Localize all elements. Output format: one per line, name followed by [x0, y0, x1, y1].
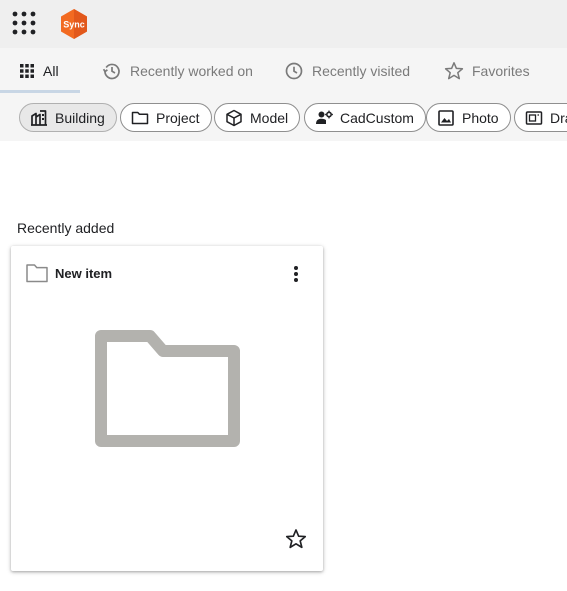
tab-bar: All Recently worked on Recently visited … — [0, 48, 567, 93]
filter-chip-cadcustom[interactable]: CadCustom — [304, 103, 426, 132]
tab-label: Recently visited — [312, 62, 411, 79]
tab-label: Recently worked on — [130, 62, 253, 79]
logo-text: Sync — [63, 20, 85, 30]
person-gear-icon — [316, 110, 333, 124]
tab-all[interactable]: All — [19, 48, 59, 93]
filter-chip-model[interactable]: Model — [214, 103, 301, 132]
more-vert-icon[interactable] — [286, 264, 306, 284]
filter-chip-label: Project — [156, 109, 200, 126]
filter-chip-label: Model — [250, 109, 289, 126]
section-title: Recently added — [17, 220, 115, 236]
history-icon — [102, 63, 120, 79]
folder-icon — [131, 111, 149, 124]
filter-chip-label: Building — [55, 109, 105, 126]
tab-recently-worked-on[interactable]: Recently worked on — [102, 48, 253, 93]
item-title: New item — [55, 266, 113, 281]
drawing-icon — [525, 110, 543, 125]
cube-icon — [226, 109, 242, 126]
filter-chip-bar: Building Project Model CadCustom Photo D… — [0, 93, 567, 141]
building-icon — [31, 109, 47, 126]
sync-logo[interactable]: Sync — [57, 7, 91, 41]
filter-chip-project[interactable]: Project — [120, 103, 212, 132]
clock-icon — [285, 62, 303, 79]
folder-icon — [26, 264, 48, 283]
filter-chip-label: Dra — [550, 109, 567, 126]
tab-label: Favorites — [472, 62, 530, 79]
grid-icon — [20, 63, 34, 78]
tab-recently-visited[interactable]: Recently visited — [284, 48, 410, 93]
filter-chip-photo[interactable]: Photo — [426, 103, 511, 132]
filter-chip-label: CadCustom — [340, 109, 414, 126]
tab-favorites[interactable]: Favorites — [444, 48, 530, 93]
image-icon — [438, 109, 454, 126]
apps-grid-icon[interactable] — [10, 9, 40, 39]
favorite-star-icon[interactable] — [285, 528, 307, 550]
item-card[interactable]: New item — [11, 246, 323, 571]
folder-thumbnail-icon — [95, 330, 240, 447]
filter-chip-building[interactable]: Building — [19, 103, 117, 132]
filter-chip-drawing[interactable]: Dra — [514, 103, 567, 132]
top-bar: Sync — [0, 0, 567, 48]
tab-label: All — [43, 62, 59, 79]
star-icon — [444, 61, 464, 79]
filter-chip-label: Photo — [462, 109, 499, 126]
